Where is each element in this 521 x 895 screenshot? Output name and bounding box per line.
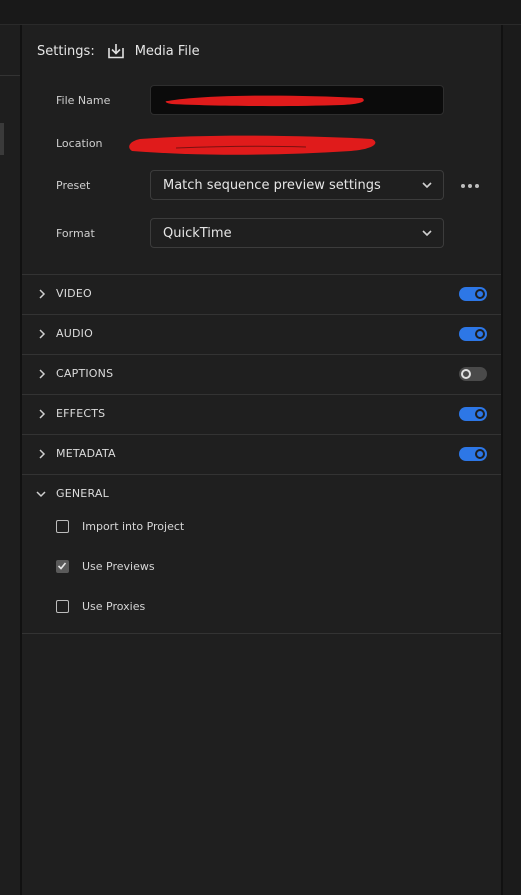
import-into-project-option[interactable]: Import into Project (56, 518, 184, 534)
settings-header: Settings: Media File (37, 41, 200, 61)
destination-label: Media File (134, 43, 200, 59)
more-options-icon[interactable] (461, 181, 481, 191)
section-title[interactable]: GENERAL (56, 487, 109, 500)
section-effects[interactable]: EFFECTS (22, 394, 501, 433)
preset-value: Match sequence preview settings (163, 177, 381, 193)
format-label: Format (56, 227, 95, 240)
chevron-right-icon (39, 289, 46, 299)
section-title: METADATA (56, 447, 116, 460)
left-panel-tab[interactable] (0, 123, 4, 155)
use-proxies-option[interactable]: Use Proxies (56, 598, 145, 614)
section-title: EFFECTS (56, 407, 106, 420)
section-metadata[interactable]: METADATA (22, 434, 501, 473)
section-captions[interactable]: CAPTIONS (22, 354, 501, 393)
location-redaction[interactable] (126, 131, 381, 159)
format-value: QuickTime (163, 225, 232, 241)
chevron-right-icon (39, 369, 46, 379)
left-panel-edge (0, 25, 22, 895)
chevron-right-icon (39, 409, 46, 419)
metadata-toggle[interactable] (459, 447, 487, 461)
right-panel-edge (501, 25, 521, 895)
use-proxies-checkbox[interactable] (56, 599, 69, 613)
settings-label: Settings: (37, 43, 95, 59)
effects-toggle[interactable] (459, 407, 487, 421)
captions-toggle[interactable] (459, 367, 487, 381)
chevron-right-icon (39, 329, 46, 339)
section-title: AUDIO (56, 327, 93, 340)
checkbox-label: Use Previews (82, 559, 155, 573)
preset-label: Preset (56, 179, 91, 192)
left-panel-divider (0, 75, 20, 76)
location-label: Location (56, 137, 103, 150)
checkbox-label: Import into Project (82, 519, 185, 533)
checkmark-icon (57, 561, 67, 570)
import-into-project-checkbox[interactable] (56, 519, 69, 533)
chevron-right-icon (39, 449, 46, 459)
top-bar (0, 0, 521, 25)
use-previews-checkbox[interactable] (56, 559, 69, 573)
section-general: GENERAL Import into Project Use Previews… (22, 474, 501, 634)
section-audio[interactable]: AUDIO (22, 314, 501, 353)
chevron-down-icon (422, 230, 432, 237)
export-settings-panel: Settings: Media File File Name Location … (22, 25, 501, 895)
file-name-redaction (165, 95, 364, 107)
format-dropdown[interactable]: QuickTime (150, 218, 444, 248)
general-section-divider (22, 633, 501, 634)
file-name-label: File Name (56, 94, 111, 107)
section-video[interactable]: VIDEO (22, 274, 501, 313)
preset-dropdown[interactable]: Match sequence preview settings (150, 170, 444, 200)
use-previews-option[interactable]: Use Previews (56, 558, 155, 574)
section-title: VIDEO (56, 287, 92, 300)
video-toggle[interactable] (459, 287, 487, 301)
chevron-down-icon (422, 182, 432, 189)
download-icon (107, 44, 124, 59)
audio-toggle[interactable] (459, 327, 487, 341)
section-title: CAPTIONS (56, 367, 114, 380)
checkbox-label: Use Proxies (82, 599, 146, 613)
chevron-down-icon[interactable] (36, 490, 46, 499)
